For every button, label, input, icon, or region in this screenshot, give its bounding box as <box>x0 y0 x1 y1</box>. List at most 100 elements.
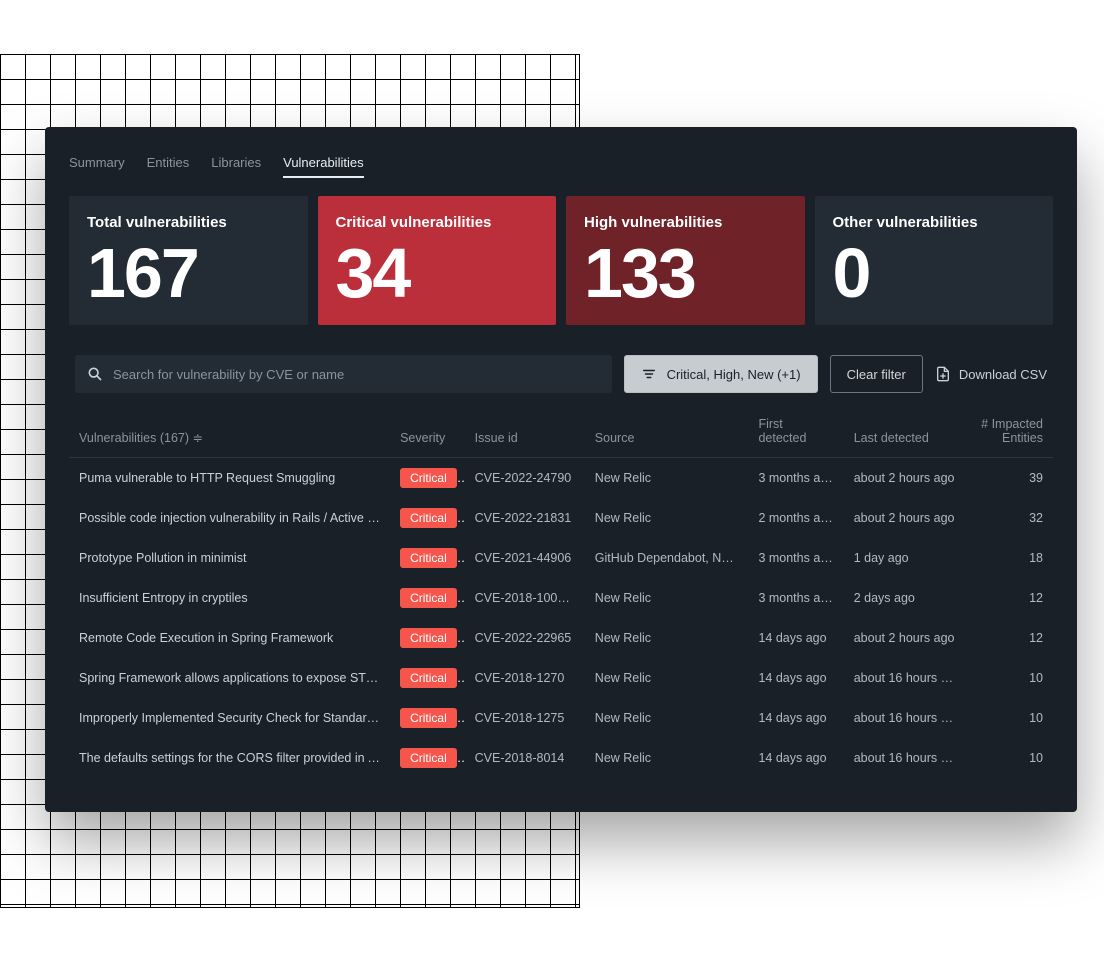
cell-severity: Critical <box>390 738 465 778</box>
cell-name: Spring Framework allows applications to … <box>69 658 390 698</box>
card-high-title: High vulnerabilities <box>584 214 787 231</box>
col-last-detected[interactable]: Last detected <box>844 407 968 458</box>
cell-name: The defaults settings for the CORS filte… <box>69 738 390 778</box>
cell-name: Prototype Pollution in minimist <box>69 538 390 578</box>
cell-first: 3 months ago <box>748 538 843 578</box>
clear-filter-button[interactable]: Clear filter <box>830 355 923 393</box>
cell-impacted: 10 <box>968 658 1053 698</box>
cell-last: 2 days ago <box>844 578 968 618</box>
card-high-value: 133 <box>584 231 787 315</box>
card-total[interactable]: Total vulnerabilities 167 <box>69 196 308 325</box>
cell-issue: CVE-2021-44906 <box>465 538 585 578</box>
cell-impacted: 32 <box>968 498 1053 538</box>
cell-impacted: 39 <box>968 458 1053 499</box>
card-total-value: 167 <box>87 231 290 315</box>
card-other-value: 0 <box>833 231 1036 315</box>
cell-last: about 2 hours ago <box>844 498 968 538</box>
table-header-row: Vulnerabilities (167) ≑ Severity Issue i… <box>69 407 1053 458</box>
cell-source: New Relic <box>585 498 749 538</box>
table-row[interactable]: The defaults settings for the CORS filte… <box>69 738 1053 778</box>
card-other-title: Other vulnerabilities <box>833 214 1036 231</box>
download-csv-icon <box>935 366 951 382</box>
col-issue[interactable]: Issue id <box>465 407 585 458</box>
severity-badge: Critical <box>400 588 457 608</box>
vulnerabilities-panel: Summary Entities Libraries Vulnerabiliti… <box>45 127 1077 812</box>
table-row[interactable]: Insufficient Entropy in cryptiles Critica… <box>69 578 1053 618</box>
cell-last: about 16 hours ago <box>844 658 968 698</box>
cell-issue: CVE-2022-22965 <box>465 618 585 658</box>
cell-source: New Relic <box>585 698 749 738</box>
filter-button[interactable]: Critical, High, New (+1) <box>624 355 818 393</box>
vulnerabilities-table: Vulnerabilities (167) ≑ Severity Issue i… <box>69 407 1053 778</box>
cell-source: New Relic <box>585 618 749 658</box>
cell-source: GitHub Dependabot, New... <box>585 538 749 578</box>
card-total-title: Total vulnerabilities <box>87 214 290 231</box>
card-high[interactable]: High vulnerabilities 133 <box>566 196 805 325</box>
card-critical-value: 34 <box>336 231 539 315</box>
severity-badge: Critical <box>400 708 457 728</box>
tab-libraries[interactable]: Libraries <box>211 155 261 178</box>
cell-impacted: 10 <box>968 698 1053 738</box>
cell-severity: Critical <box>390 698 465 738</box>
col-source[interactable]: Source <box>585 407 749 458</box>
cell-issue: CVE-2022-24790 <box>465 458 585 499</box>
cell-source: New Relic <box>585 738 749 778</box>
download-csv-label: Download CSV <box>959 367 1047 382</box>
cell-name: Insufficient Entropy in cryptiles <box>69 578 390 618</box>
table-row[interactable]: Possible code injection vulnerability in… <box>69 498 1053 538</box>
cell-issue: CVE-2018-8014 <box>465 738 585 778</box>
severity-badge: Critical <box>400 628 457 648</box>
search-input[interactable] <box>75 355 612 393</box>
cell-issue: CVE-2018-1275 <box>465 698 585 738</box>
cell-first: 3 months ago <box>748 458 843 499</box>
severity-badge: Critical <box>400 748 457 768</box>
tab-bar: Summary Entities Libraries Vulnerabiliti… <box>69 155 1053 178</box>
cell-last: 1 day ago <box>844 538 968 578</box>
table-row[interactable]: Puma vulnerable to HTTP Request Smugglin… <box>69 458 1053 499</box>
cell-first: 3 months ago <box>748 578 843 618</box>
cell-source: New Relic <box>585 578 749 618</box>
col-name[interactable]: Vulnerabilities (167) ≑ <box>69 407 390 458</box>
cell-severity: Critical <box>390 538 465 578</box>
cell-issue: CVE-2018-100062 <box>465 578 585 618</box>
cell-impacted: 12 <box>968 578 1053 618</box>
filter-button-label: Critical, High, New (+1) <box>667 367 801 382</box>
cell-impacted: 10 <box>968 738 1053 778</box>
table-row[interactable]: Prototype Pollution in minimist Critical C… <box>69 538 1053 578</box>
cell-name: Improperly Implemented Security Check fo… <box>69 698 390 738</box>
cell-name: Possible code injection vulnerability in… <box>69 498 390 538</box>
severity-badge: Critical <box>400 508 457 528</box>
cell-severity: Critical <box>390 618 465 658</box>
tab-vulnerabilities[interactable]: Vulnerabilities <box>283 155 363 178</box>
severity-badge: Critical <box>400 548 457 568</box>
cell-impacted: 18 <box>968 538 1053 578</box>
cell-last: about 16 hours ago <box>844 738 968 778</box>
cell-severity: Critical <box>390 498 465 538</box>
tab-entities[interactable]: Entities <box>147 155 190 178</box>
card-critical[interactable]: Critical vulnerabilities 34 <box>318 196 557 325</box>
cell-source: New Relic <box>585 458 749 499</box>
cell-first: 14 days ago <box>748 658 843 698</box>
cell-first: 14 days ago <box>748 738 843 778</box>
severity-badge: Critical <box>400 468 457 488</box>
filter-icon <box>641 367 657 381</box>
col-impacted[interactable]: # Impacted Entities <box>968 407 1053 458</box>
col-severity[interactable]: Severity <box>390 407 465 458</box>
download-csv-link[interactable]: Download CSV <box>935 366 1047 382</box>
card-other[interactable]: Other vulnerabilities 0 <box>815 196 1054 325</box>
cell-first: 2 months ago <box>748 498 843 538</box>
table-row[interactable]: Remote Code Execution in Spring Framewor… <box>69 618 1053 658</box>
cell-severity: Critical <box>390 658 465 698</box>
cell-source: New Relic <box>585 658 749 698</box>
cell-issue: CVE-2018-1270 <box>465 658 585 698</box>
table-row[interactable]: Spring Framework allows applications to … <box>69 658 1053 698</box>
table-row[interactable]: Improperly Implemented Security Check fo… <box>69 698 1053 738</box>
cell-first: 14 days ago <box>748 698 843 738</box>
cell-last: about 16 hours ago <box>844 698 968 738</box>
cell-name: Remote Code Execution in Spring Framewor… <box>69 618 390 658</box>
col-first-detected[interactable]: First detected <box>748 407 843 458</box>
tab-summary[interactable]: Summary <box>69 155 125 178</box>
search-icon <box>87 366 103 382</box>
cell-last: about 2 hours ago <box>844 618 968 658</box>
controls-row: Critical, High, New (+1) Clear filter Do… <box>69 355 1053 393</box>
